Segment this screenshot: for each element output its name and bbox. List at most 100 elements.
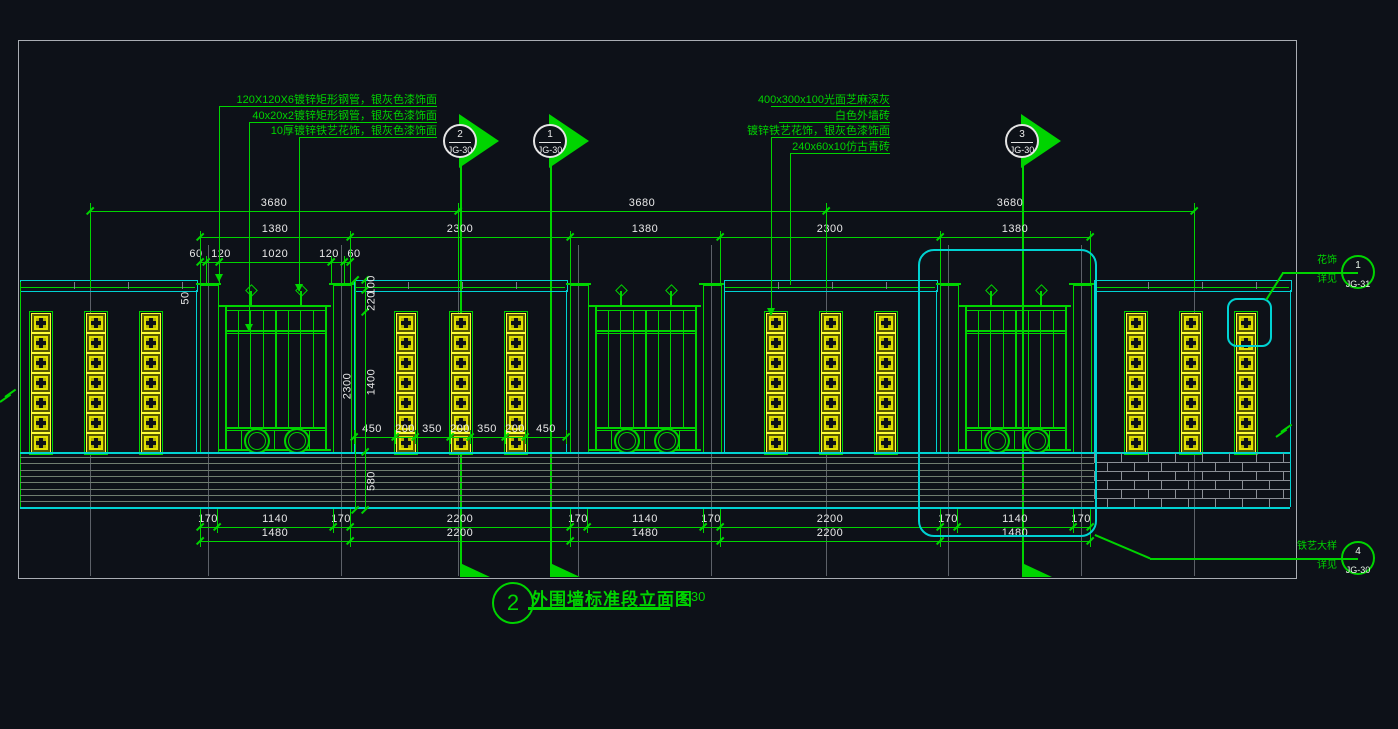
gate-bar (241, 430, 242, 449)
lattice-cell (766, 353, 786, 373)
coping-joint (182, 282, 183, 289)
gate-bar (633, 310, 634, 427)
callout-number: 1 (539, 130, 561, 143)
lattice-cell (86, 353, 106, 373)
lattice-cell (451, 393, 471, 413)
dim-label: 200 (505, 424, 525, 435)
detail-callout-flower: 花饰 详见 1 JG-31 (1341, 255, 1375, 289)
gate-ring-ornament (654, 428, 680, 454)
lattice-cell (1126, 433, 1146, 453)
dim-label: 2300 (447, 224, 473, 235)
extension-line (1090, 533, 1091, 547)
brick-joint (1269, 462, 1270, 471)
callout-number: 1 (1343, 261, 1373, 271)
extension-line (1194, 203, 1195, 288)
leader-line (219, 106, 220, 281)
brick-joint (1148, 489, 1149, 498)
callout-label: 详见 (1317, 275, 1337, 285)
brick-course-line (1094, 498, 1290, 499)
lattice-cell (451, 313, 471, 333)
dimension-line (200, 541, 1090, 542)
brick-joint (1107, 480, 1108, 489)
callout-sheet-ref: JG-31 (1343, 280, 1373, 289)
callout-number: 3 (1011, 130, 1033, 143)
dim-label: 1140 (632, 514, 658, 525)
dimension-line (200, 237, 1090, 238)
gate-bar (611, 430, 612, 449)
extension-line (525, 430, 526, 444)
section-callout-3: 3 JG-30 (1005, 124, 1039, 158)
gate-bar (238, 310, 239, 427)
coping-joint (128, 282, 129, 289)
pier (703, 285, 722, 454)
extension-line (90, 203, 91, 288)
brick-joint (1242, 498, 1243, 507)
coping-joint (832, 282, 833, 289)
lattice-cell (1236, 433, 1256, 453)
gate-top-rail (219, 305, 331, 307)
dim-label: 170 (568, 514, 588, 525)
lattice-cell (141, 413, 161, 433)
dim-label: 2300 (817, 224, 843, 235)
annotation-coping-stone: 400x300x100光面芝麻深灰 (758, 95, 890, 106)
coping-joint (516, 282, 517, 289)
gate-bar (670, 310, 671, 427)
brick-joint (1229, 453, 1230, 462)
brick-joint (1175, 489, 1176, 498)
lattice-cell (1236, 393, 1256, 413)
lattice-cell (86, 373, 106, 393)
coping-line (355, 287, 565, 288)
gate-bar (313, 310, 314, 427)
gate-bar (274, 430, 275, 449)
annotation-steel-tube-40: 40x20x2镀锌矩形钢管，银灰色漆饰面 (252, 111, 437, 122)
dim-label: 2300 (343, 373, 354, 399)
dim-label: 350 (422, 424, 442, 435)
brick-joint (1161, 462, 1162, 471)
callout-sheet-ref: JG-30 (1343, 566, 1373, 575)
wall-left-edge (20, 282, 21, 507)
brick-joint (1121, 471, 1122, 480)
brick-joint (1134, 462, 1135, 471)
lattice-cell (821, 433, 841, 453)
lattice-cell (876, 413, 896, 433)
dimension-line (354, 437, 566, 438)
lattice-cell (86, 333, 106, 353)
brick-joint (1202, 453, 1203, 462)
lattice-cell (86, 413, 106, 433)
lattice-cell (766, 373, 786, 393)
gate-bar (644, 430, 645, 449)
lattice-cell (766, 313, 786, 333)
brick-joint (1283, 453, 1284, 462)
lattice-cell (1181, 353, 1201, 373)
coping-line (21, 287, 195, 288)
lattice-cell (396, 333, 416, 353)
leader-line (4, 389, 16, 398)
dim-label: 1380 (632, 224, 658, 235)
dimension-line (90, 211, 1194, 212)
gate-bottom-rail (589, 449, 701, 451)
section-callout-1: 1 JG-30 (533, 124, 567, 158)
lattice-cell (506, 313, 526, 333)
dim-label: 3680 (261, 198, 287, 209)
extension-line (395, 430, 396, 444)
detail-highlight-box (918, 249, 1097, 537)
dimension-line (355, 280, 356, 510)
lattice-cell (451, 333, 471, 353)
extension-line (350, 509, 351, 533)
brick-joint (1121, 489, 1122, 498)
brick-joint (1269, 480, 1270, 489)
extension-line (344, 256, 345, 284)
dim-label: 350 (477, 424, 497, 435)
dim-label: 120 (211, 249, 231, 260)
lattice-cell (876, 433, 896, 453)
lattice-cell (821, 393, 841, 413)
pier (333, 285, 352, 454)
annotation-steel-tube-120: 120X120X6镀锌矩形钢管，银灰色漆饰面 (237, 95, 438, 106)
extension-line (333, 509, 334, 533)
extension-line (206, 256, 207, 284)
extension-line (720, 509, 721, 533)
brick-joint (1188, 462, 1189, 471)
annotation-underline (790, 153, 890, 154)
coping-joint (462, 282, 463, 289)
extension-line (566, 430, 567, 444)
